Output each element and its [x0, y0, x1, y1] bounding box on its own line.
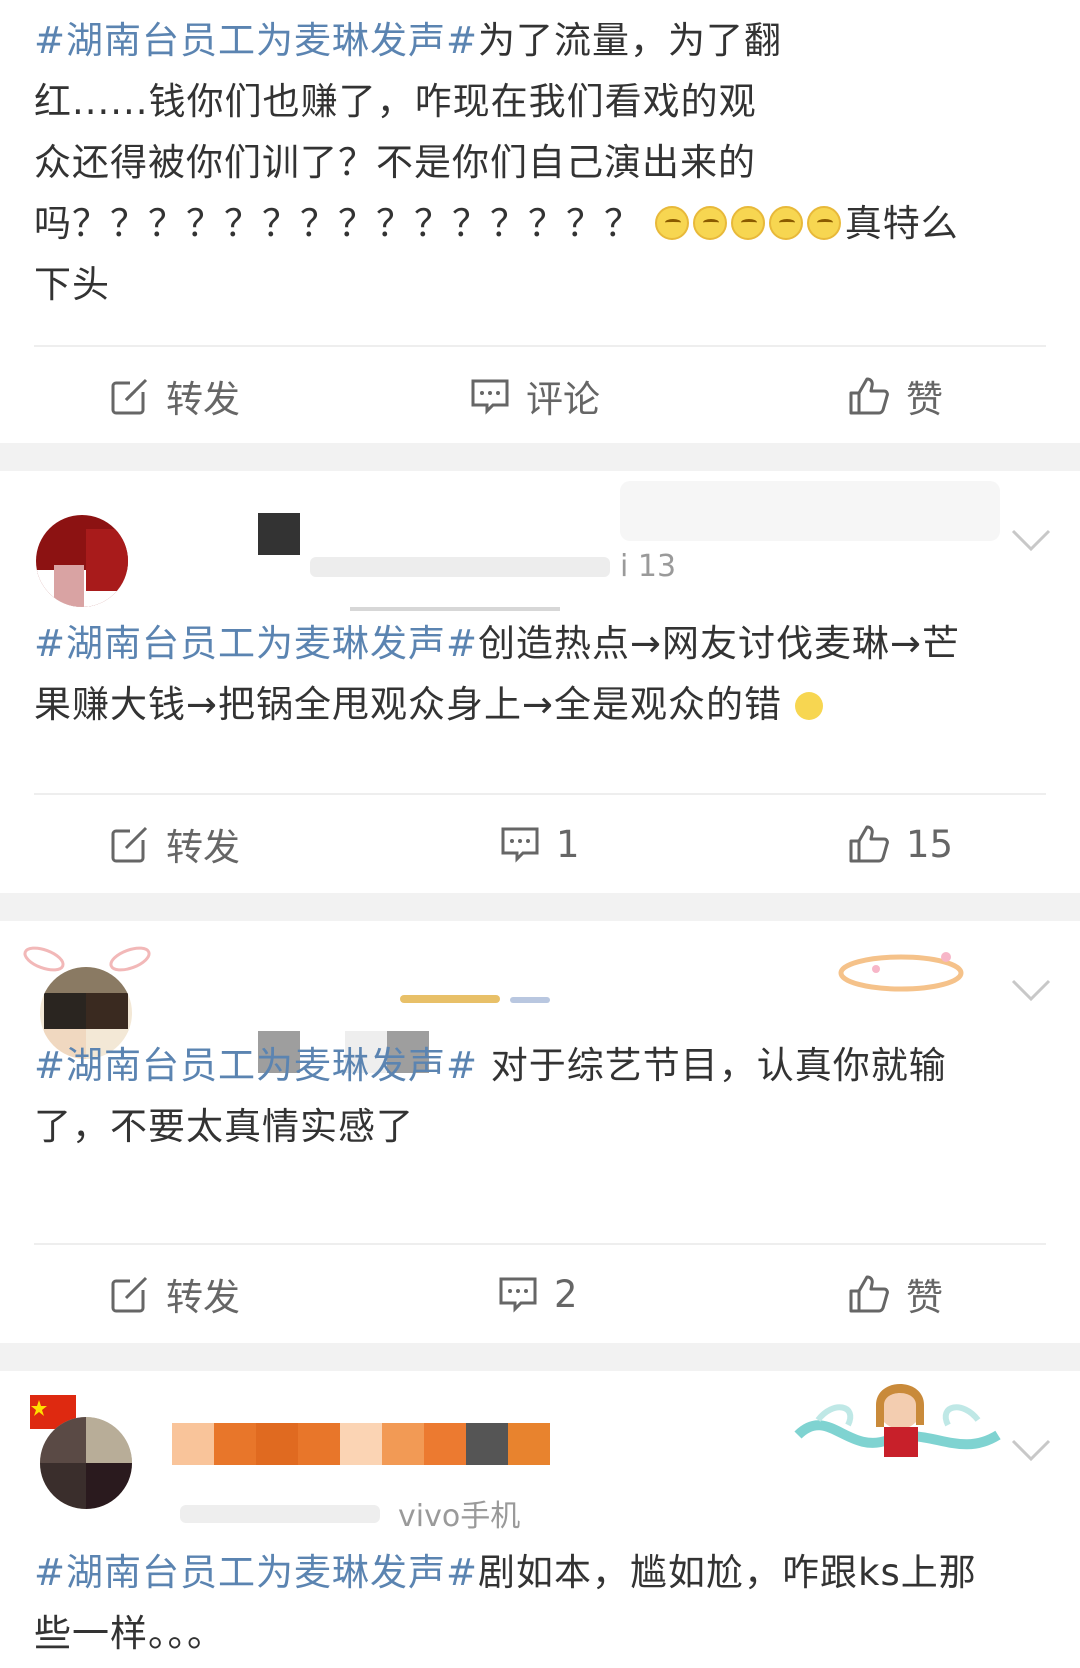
chevron-down-icon[interactable]	[1011, 529, 1051, 553]
post-card-1: #湖南台员工为麦琳发声#为了流量，为了翻 红......钱你们也赚了，咋现在我们…	[0, 0, 1080, 443]
post-line: 为了流量，为了翻	[478, 19, 783, 62]
chevron-down-icon[interactable]	[1011, 1439, 1051, 1463]
post-meta: vivo手机	[398, 1499, 521, 1534]
comment-icon	[499, 1277, 537, 1313]
meta-blur-line	[350, 607, 560, 611]
post-line: 吗？？？？？？？？？？？？？？？	[34, 202, 642, 245]
emoji-icon	[794, 692, 823, 720]
hashtag-link[interactable]: #湖南台员工为麦琳发声#	[34, 1551, 478, 1594]
post-line: 红......钱你们也赚了，咋现在我们看戏的观	[34, 80, 757, 123]
post-card-2: i 13 #湖南台员工为麦琳发声#创造热点→网友讨伐麦琳→芒 果赚大钱→把锅全甩…	[0, 471, 1080, 893]
header-badge-blur	[620, 481, 1000, 541]
post-text: #湖南台员工为麦琳发声#创造热点→网友讨伐麦琳→芒 果赚大钱→把锅全甩观众身上→…	[34, 613, 1044, 735]
post-line: 剧如本，尴如尬，咋跟ks上那	[478, 1551, 977, 1594]
post-line: 果赚大钱→把锅全甩观众身上→全是观众的错	[34, 683, 783, 726]
thumbs-up-icon	[849, 1275, 889, 1313]
repost-button[interactable]: 转发	[110, 814, 240, 874]
section-gap	[0, 443, 1080, 471]
like-button[interactable]: 赞	[848, 1264, 943, 1324]
comment-button[interactable]: 2	[498, 1264, 578, 1324]
meta-blur	[180, 1505, 380, 1523]
repost-label: 转发	[166, 378, 240, 421]
like-label: 赞	[906, 1276, 943, 1319]
post-line: 些一样。。。	[34, 1612, 225, 1655]
username-blur-streak	[400, 995, 500, 1003]
chevron-down-icon[interactable]	[1011, 979, 1051, 1003]
emoji-icon	[654, 206, 689, 240]
hashtag-link[interactable]: #湖南台员工为麦琳发声#	[34, 1044, 478, 1087]
username-blur-streak	[510, 997, 550, 1003]
comment-icon	[501, 827, 539, 863]
section-gap	[0, 893, 1080, 921]
emoji-icon	[730, 206, 765, 240]
avatar[interactable]	[40, 1417, 132, 1509]
comment-icon	[471, 379, 509, 415]
hashtag-link[interactable]: #湖南台员工为麦琳发声#	[34, 622, 478, 665]
comment-button[interactable]: 1	[500, 814, 580, 874]
repost-label: 转发	[166, 826, 240, 869]
post-line: 众还得被你们训了？不是你们自己演出来的	[34, 141, 756, 184]
username-redacted	[172, 1423, 550, 1465]
thumbs-up-icon	[849, 377, 889, 415]
post-text: #湖南台员工为麦琳发声# 对于综艺节目，认真你就输 了，不要太真情实感了	[34, 1035, 1044, 1157]
post-line: 对于综艺节目，认真你就输	[478, 1044, 947, 1087]
like-label: 赞	[906, 378, 943, 421]
comment-count: 2	[554, 1272, 578, 1316]
repost-icon	[111, 378, 148, 415]
username-redacted	[258, 513, 300, 555]
repost-icon	[111, 826, 148, 863]
post-meta: i 13	[620, 549, 677, 584]
comment-button[interactable]: 评论	[470, 366, 600, 426]
post-card-4: vivo手机 #湖南台员工为麦琳发声#剧如本，尴如尬，咋跟ks上那 些一样。。。	[0, 1371, 1080, 1668]
like-button[interactable]: 赞	[848, 366, 943, 426]
like-button[interactable]: 15	[848, 814, 953, 874]
avatar[interactable]	[36, 515, 128, 607]
repost-label: 转发	[166, 1276, 240, 1319]
comment-count: 1	[556, 822, 580, 866]
post-line: 了，不要太真情实感了	[34, 1105, 414, 1148]
post-line: 真特么	[844, 202, 959, 245]
post-line: 创造热点→网友讨伐麦琳→芒	[478, 622, 961, 665]
repost-button[interactable]: 转发	[110, 366, 240, 426]
meta-blur	[310, 557, 610, 577]
post-text: #湖南台员工为麦琳发声#剧如本，尴如尬，咋跟ks上那 些一样。。。	[34, 1542, 1044, 1664]
like-count: 15	[906, 822, 954, 866]
post-text: #湖南台员工为麦琳发声#为了流量，为了翻 红......钱你们也赚了，咋现在我们…	[34, 10, 1044, 315]
post-line: 下头	[34, 263, 110, 306]
divider	[34, 345, 1046, 347]
comment-label: 评论	[526, 378, 600, 421]
meta-blur	[180, 1417, 182, 1419]
header-decoration	[838, 952, 964, 992]
emoji-icon	[768, 206, 803, 240]
emoji-icon	[692, 206, 727, 240]
divider	[34, 793, 1046, 795]
divider	[34, 1243, 1046, 1245]
emoji-icon	[806, 206, 841, 240]
post-card-3: #湖南台员工为麦琳发声# 对于综艺节目，认真你就输 了，不要太真情实感了 转发 …	[0, 921, 1080, 1343]
repost-icon	[111, 1276, 148, 1313]
header-decoration	[794, 1384, 1001, 1457]
hashtag-link[interactable]: #湖南台员工为麦琳发声#	[34, 19, 478, 62]
thumbs-up-icon	[849, 825, 889, 863]
repost-button[interactable]: 转发	[110, 1264, 240, 1324]
